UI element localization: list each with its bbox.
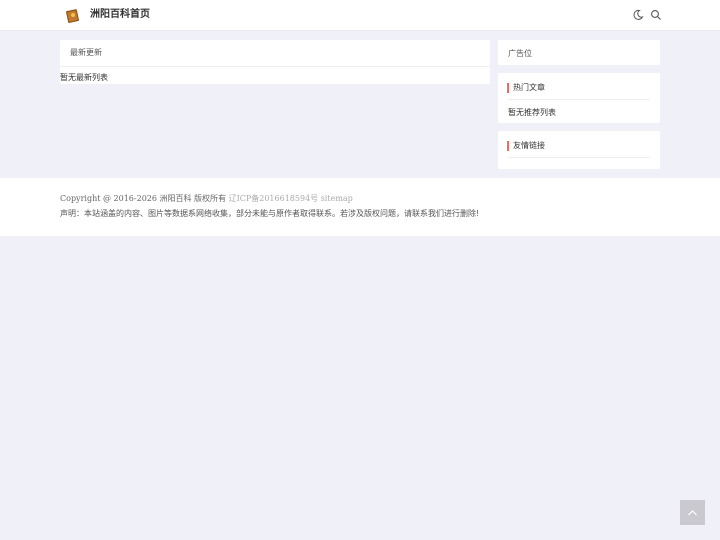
search-icon[interactable]: [650, 9, 662, 21]
site-footer: Copyright @ 2016-2026 洲阳百科 版权所有 辽ICP备201…: [0, 178, 720, 236]
latest-empty-text: 暂无最新列表: [60, 73, 108, 82]
divider: [508, 157, 650, 158]
copyright-text: Copyright @ 2016-2026 洲阳百科 版权所有: [60, 194, 227, 203]
back-to-top-button[interactable]: [680, 500, 705, 525]
book-logo-icon[interactable]: [64, 6, 82, 24]
latest-updates-header: 最新更新: [60, 40, 490, 67]
sitemap-link[interactable]: sitemap: [321, 194, 353, 203]
chevron-up-icon: [688, 510, 697, 516]
ad-title: 广告位: [508, 49, 532, 58]
icp-link[interactable]: 辽ICP备2016618594号: [229, 194, 319, 203]
divider: [508, 99, 650, 100]
copyright-line: Copyright @ 2016-2026 洲阳百科 版权所有 辽ICP备201…: [60, 194, 353, 204]
moon-icon[interactable]: [632, 9, 644, 21]
latest-updates-panel: 最新更新: [60, 40, 490, 84]
site-header: 洲阳百科首页: [0, 0, 720, 31]
hot-articles-panel: 热门文章 暂无推荐列表: [498, 73, 660, 123]
hot-articles-title: 热门文章: [513, 83, 545, 92]
site-title-link[interactable]: 洲阳百科首页: [90, 8, 150, 22]
latest-updates-title: 最新更新: [70, 48, 102, 57]
ad-panel: 广告位: [498, 40, 660, 65]
hot-empty-text: 暂无推荐列表: [508, 108, 556, 117]
hot-accent-bar: [507, 83, 509, 93]
friend-links-panel: 友情链接: [498, 131, 660, 169]
friend-links-title: 友情链接: [513, 141, 545, 150]
links-accent-bar: [507, 141, 509, 151]
disclaimer-text: 声明：本站涵盖的内容、图片等数据系网络收集，部分未能与原作者取得联系。若涉及版权…: [60, 209, 480, 218]
